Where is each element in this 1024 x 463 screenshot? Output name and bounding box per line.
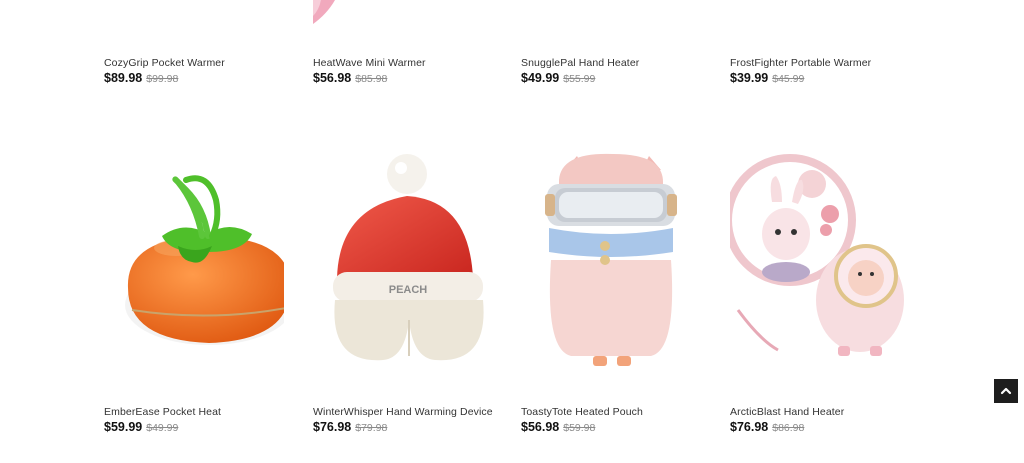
- product-old-price: $59.98: [563, 422, 596, 434]
- product-name[interactable]: EmberEase Pocket Heat: [104, 406, 221, 418]
- product-prices: $89.98 $99.98: [104, 71, 178, 85]
- product-old-price: $45.99: [772, 73, 805, 85]
- product-old-price: $79.98: [355, 422, 388, 434]
- product-old-price: $85.98: [355, 73, 388, 85]
- product-prices: $56.98 $85.98: [313, 71, 387, 85]
- product-image-hand-warmer[interactable]: [313, 0, 493, 30]
- product-price: $89.98: [104, 71, 143, 85]
- product-prices: $39.99 $45.99: [730, 71, 804, 85]
- product-name[interactable]: FrostFighter Portable Warmer: [730, 57, 871, 69]
- product-price: $56.98: [521, 420, 560, 434]
- product-price: $76.98: [313, 420, 352, 434]
- product-name[interactable]: WinterWhisper Hand Warming Device: [313, 406, 493, 418]
- product-image-persimmon-warmer[interactable]: [104, 150, 284, 370]
- product-name[interactable]: ArcticBlast Hand Heater: [730, 406, 844, 418]
- product-old-price: $55.99: [563, 73, 596, 85]
- hat-label-text: PEACH: [389, 284, 428, 296]
- chevron-up-icon: [1000, 387, 1012, 395]
- product-price: $59.99: [104, 420, 143, 434]
- product-image-santa-hat-warmer[interactable]: PEACH: [313, 150, 493, 370]
- back-to-top-button[interactable]: [994, 379, 1018, 403]
- product-name[interactable]: SnugglePal Hand Heater: [521, 57, 639, 69]
- product-price: $56.98: [313, 71, 352, 85]
- product-old-price: $99.98: [146, 73, 179, 85]
- product-prices: $76.98 $86.98: [730, 420, 804, 434]
- product-prices: $49.99 $55.99: [521, 71, 595, 85]
- product-image-bunny-astronaut-warmer[interactable]: [730, 150, 910, 370]
- product-prices: $76.98 $79.98: [313, 420, 387, 434]
- product-grid: CozyGrip Pocket Warmer $89.98 $99.98 Heat…: [0, 0, 1024, 463]
- product-old-price: $49.99: [146, 422, 179, 434]
- product-price: $49.99: [521, 71, 560, 85]
- product-image-pig-goggles-warmer[interactable]: [521, 150, 701, 370]
- product-name[interactable]: HeatWave Mini Warmer: [313, 57, 426, 69]
- product-name[interactable]: ToastyTote Heated Pouch: [521, 406, 643, 418]
- product-price: $39.99: [730, 71, 769, 85]
- product-prices: $59.99 $49.99: [104, 420, 178, 434]
- product-name[interactable]: CozyGrip Pocket Warmer: [104, 57, 225, 69]
- product-old-price: $86.98: [772, 422, 805, 434]
- product-price: $76.98: [730, 420, 769, 434]
- product-prices: $56.98 $59.98: [521, 420, 595, 434]
